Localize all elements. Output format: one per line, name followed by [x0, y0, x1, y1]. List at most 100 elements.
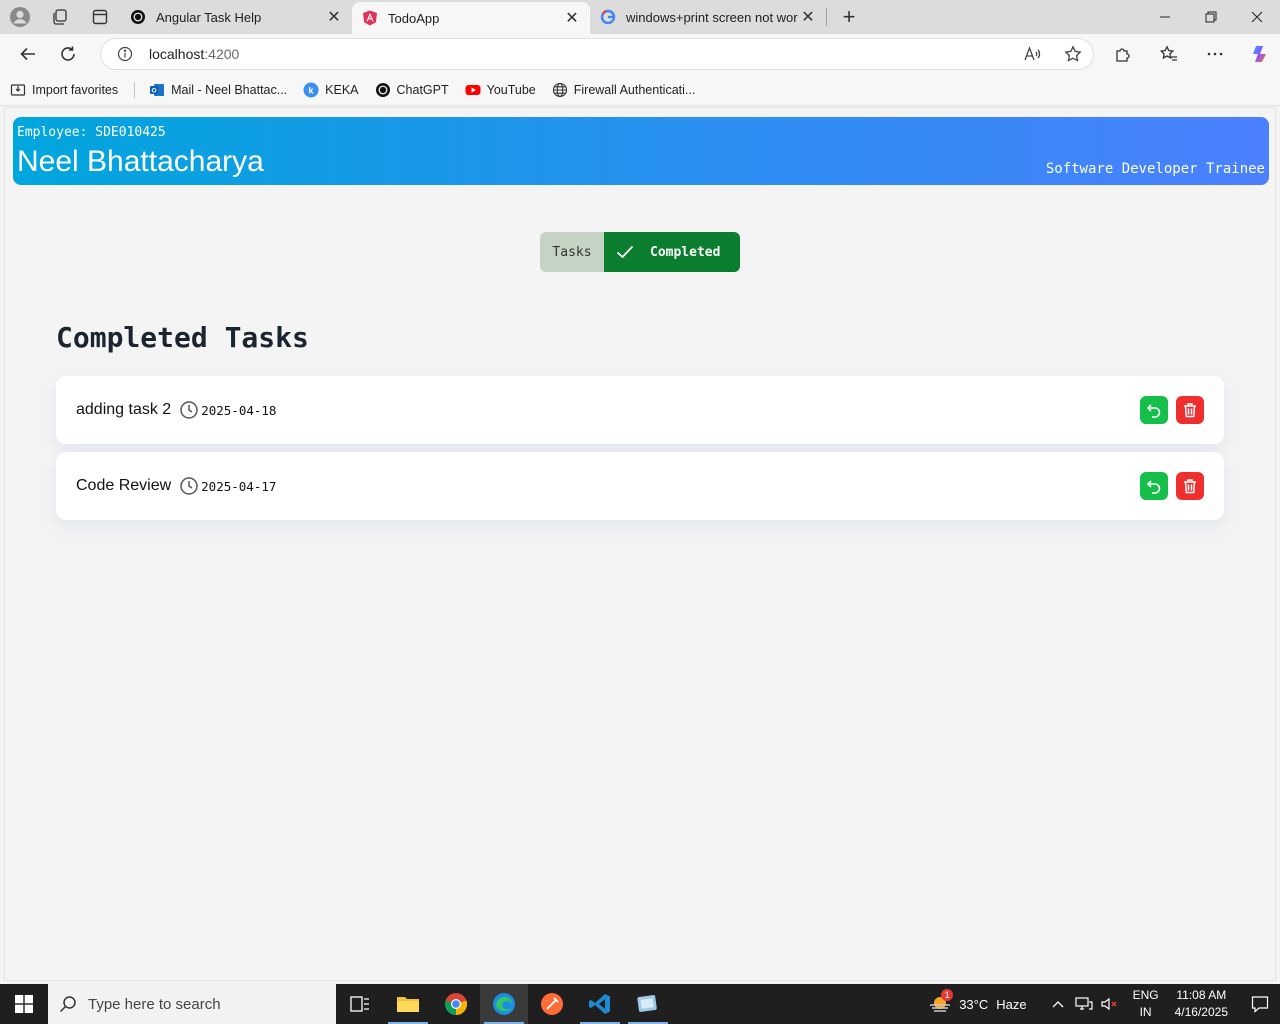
- url-bar[interactable]: localhost:4200: [100, 38, 1094, 70]
- new-tab-button[interactable]: +: [833, 1, 865, 33]
- task-card: Code Review 2025-04-17: [56, 452, 1224, 520]
- fav-mail[interactable]: O Mail - Neel Bhattac...: [149, 82, 287, 98]
- youtube-icon: [465, 82, 481, 98]
- completed-toggle-button[interactable]: Completed: [604, 232, 740, 272]
- google-icon: [600, 9, 616, 25]
- edge-icon[interactable]: [480, 984, 528, 1024]
- fav-label: YouTube: [486, 82, 536, 97]
- completed-toggle-label: Completed: [650, 244, 721, 260]
- keka-icon: k: [303, 82, 319, 98]
- employee-header: Employee: SDE010425 Neel Bhattacharya So…: [13, 117, 1269, 185]
- minimize-icon[interactable]: [1142, 0, 1188, 34]
- read-aloud-icon[interactable]: [1013, 45, 1053, 63]
- url-host: localhost: [149, 46, 205, 62]
- svg-text:O: O: [152, 87, 157, 94]
- tab-google-search[interactable]: windows+print screen not workin ✕: [590, 0, 826, 34]
- chrome-icon[interactable]: [432, 984, 480, 1024]
- taskbar-search[interactable]: Type here to search: [48, 984, 336, 1024]
- window-controls: [1142, 0, 1280, 34]
- fav-chatgpt[interactable]: ChatGPT: [375, 82, 449, 98]
- close-tab-icon[interactable]: ✕: [562, 8, 582, 28]
- system-tray: 1 33°C Haze ENG IN 11:08 AM 4/16/2025: [927, 984, 1280, 1024]
- close-tab-icon[interactable]: ✕: [798, 7, 818, 27]
- profile-icon[interactable]: [0, 0, 40, 34]
- tab-separator: [826, 8, 827, 26]
- temperature: 33°C: [959, 996, 989, 1012]
- network-icon[interactable]: [1071, 997, 1097, 1011]
- fav-firewall[interactable]: Firewall Authenticati...: [552, 82, 696, 98]
- weather-badge: 1: [941, 989, 954, 1001]
- search-placeholder: Type here to search: [88, 995, 221, 1013]
- globe-icon: [552, 82, 568, 98]
- refresh-icon[interactable]: [48, 34, 88, 74]
- clock-date: 4/16/2025: [1174, 1005, 1228, 1019]
- favorites-bar: Import favorites O Mail - Neel Bhattac..…: [0, 74, 1280, 106]
- url-port: :4200: [204, 46, 240, 62]
- task-date: 2025-04-17: [201, 478, 277, 494]
- task-card: adding task 2 2025-04-18: [56, 376, 1224, 444]
- region-code: IN: [1139, 1005, 1152, 1019]
- restore-icon[interactable]: [1188, 0, 1234, 34]
- angular-icon: [362, 10, 378, 26]
- page-viewport: Employee: SDE010425 Neel Bhattacharya So…: [4, 107, 1276, 981]
- import-icon: [10, 82, 26, 98]
- volume-muted-icon[interactable]: [1097, 997, 1123, 1011]
- input-language[interactable]: ENG IN: [1133, 987, 1159, 1021]
- task-name: Code Review: [76, 477, 172, 494]
- task-date: 2025-04-18: [201, 402, 277, 418]
- tasks-toggle-button[interactable]: Tasks: [540, 232, 604, 272]
- chatgpt-icon: [130, 9, 146, 25]
- tab-actions-icon[interactable]: [80, 0, 120, 34]
- snipping-tool-icon[interactable]: [624, 984, 672, 1024]
- copilot-icon[interactable]: [1238, 43, 1280, 65]
- favorite-star-icon[interactable]: [1053, 45, 1093, 63]
- task-name: adding task 2: [76, 401, 172, 418]
- tab-title: TodoApp: [388, 10, 440, 26]
- import-favorites-link[interactable]: Import favorites: [10, 82, 118, 98]
- close-tab-icon[interactable]: ✕: [324, 7, 344, 27]
- workspaces-icon[interactable]: [40, 0, 80, 34]
- fav-label: Import favorites: [32, 82, 119, 97]
- haze-weather-icon: 1: [927, 989, 954, 1016]
- notifications-icon[interactable]: [1240, 995, 1280, 1013]
- tab-todoapp[interactable]: TodoApp ✕: [352, 2, 590, 34]
- file-explorer-icon[interactable]: [384, 984, 432, 1024]
- extensions-icon[interactable]: [1100, 45, 1146, 63]
- task-view-icon[interactable]: [336, 984, 384, 1024]
- undo-button[interactable]: [1140, 396, 1168, 424]
- windows-start-icon[interactable]: [0, 984, 48, 1024]
- section-title: Completed Tasks: [56, 321, 309, 354]
- view-toggle: Tasks Completed: [540, 232, 740, 272]
- close-window-icon[interactable]: [1234, 0, 1280, 34]
- clock-icon: [179, 476, 199, 496]
- employee-id: Employee: SDE010425: [17, 125, 166, 140]
- delete-button[interactable]: [1176, 472, 1204, 500]
- undo-button[interactable]: [1140, 472, 1168, 500]
- site-info-icon[interactable]: [101, 46, 149, 62]
- taskbar-clock[interactable]: 11:08 AM 4/16/2025: [1175, 987, 1228, 1021]
- postman-icon[interactable]: [528, 984, 576, 1024]
- employee-name: Neel Bhattacharya: [17, 145, 264, 178]
- fav-label: ChatGPT: [396, 82, 449, 97]
- weather-condition: Haze: [996, 996, 1027, 1012]
- delete-button[interactable]: [1176, 396, 1204, 424]
- fav-label: Firewall Authenticati...: [573, 82, 696, 97]
- fav-keka[interactable]: k KEKA: [303, 82, 359, 98]
- chatgpt-icon: [375, 82, 391, 98]
- search-icon: [48, 995, 88, 1013]
- more-options-icon[interactable]: [1192, 51, 1238, 57]
- employee-role: Software Developer Trainee: [1045, 161, 1265, 177]
- favorites-icon[interactable]: [1146, 45, 1192, 63]
- address-toolbar: localhost:4200: [0, 34, 1280, 74]
- tab-angular-task-help[interactable]: Angular Task Help ✕: [120, 0, 352, 34]
- vscode-icon[interactable]: [576, 984, 624, 1024]
- weather-widget[interactable]: 1 33°C Haze: [927, 989, 1027, 1016]
- fav-youtube[interactable]: YouTube: [465, 82, 536, 98]
- tab-title: Angular Task Help: [156, 9, 262, 25]
- back-icon[interactable]: [8, 34, 48, 74]
- fav-label: KEKA: [325, 82, 359, 97]
- chevron-up-icon[interactable]: [1045, 1000, 1071, 1008]
- language-code: ENG: [1132, 988, 1159, 1002]
- clock-icon: [179, 400, 199, 420]
- windows-taskbar: Type here to search 1 33°C Haze ENG IN 1…: [0, 984, 1280, 1024]
